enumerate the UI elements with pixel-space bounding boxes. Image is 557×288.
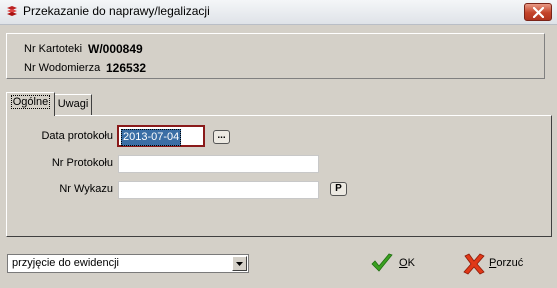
kartoteka-label: Nr Kartoteki [24,43,83,55]
nr-protokolu-label: Nr Protokołu [51,157,113,169]
cross-icon [463,253,485,275]
app-icon [5,5,19,19]
p-button[interactable]: P [330,182,347,196]
cancel-label: orzuć [496,257,524,269]
ok-label-accel: O [399,257,408,269]
wodomierz-value: 126532 [106,61,147,75]
status-combo[interactable]: przyjęcie do ewidencji [7,254,249,273]
date-picker-button[interactable]: ... [213,130,230,144]
wodomierz-label: Nr Wodomierza [24,62,101,74]
status-combo-value: przyjęcie do ewidencji [12,257,119,269]
chevron-down-icon [236,262,243,266]
nr-wykazu-label: Nr Wykazu [59,183,113,195]
tab-ogolne[interactable]: Ogólne [6,92,55,116]
tab-uwagi-label: Uwagi [57,98,89,110]
close-button[interactable] [524,3,552,21]
tab-uwagi[interactable]: Uwagi [54,94,92,115]
nr-protokolu-input[interactable] [118,155,319,173]
tab-ogolne-label: Ogólne [10,95,51,109]
ok-label: K [407,257,415,269]
data-protokolu-label: Data protokołu [41,130,113,142]
close-icon [533,7,544,18]
window-title: Przekazanie do naprawy/legalizacji [23,4,210,18]
nr-wykazu-input[interactable] [118,181,319,199]
kartoteka-value: W/000849 [88,42,143,56]
data-protokolu-input[interactable]: 2013-07-04 [117,125,205,147]
cancel-button[interactable]: Porzuć [462,252,528,276]
combo-dropdown-button[interactable] [232,256,247,271]
checkmark-icon [371,253,393,272]
data-protokolu-value: 2013-07-04 [121,129,182,146]
ok-button[interactable]: OK [370,252,420,276]
